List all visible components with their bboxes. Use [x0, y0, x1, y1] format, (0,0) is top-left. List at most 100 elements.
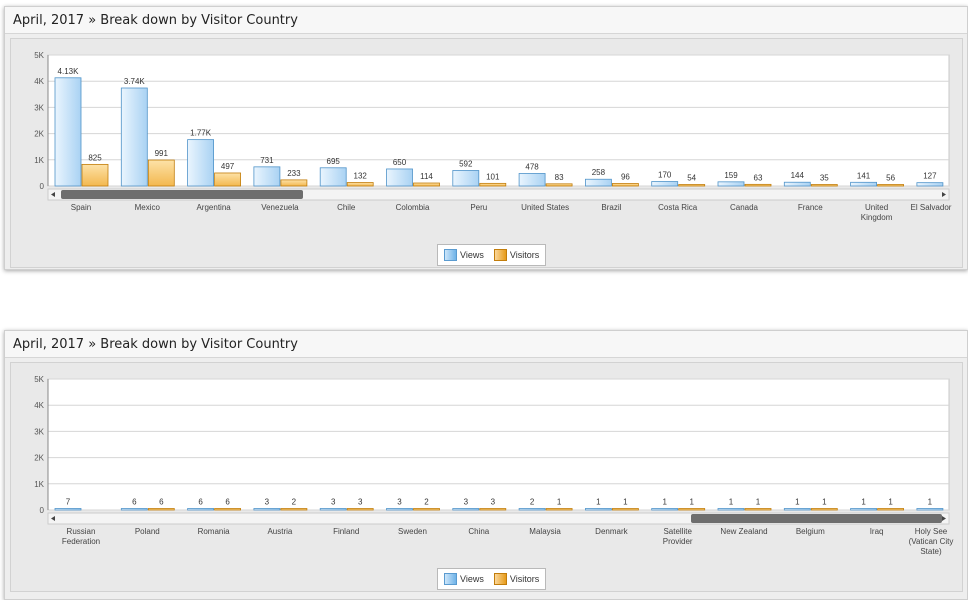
x-category-label: Venezuela [261, 203, 299, 212]
x-category-label-line: Venezuela [261, 203, 299, 212]
legend-item-visitors[interactable]: Visitors [493, 573, 539, 585]
y-tick-label: 3K [34, 427, 44, 436]
bar-views[interactable] [651, 181, 679, 187]
bar-visitors[interactable] [678, 508, 706, 511]
bar-views[interactable] [386, 508, 413, 511]
data-label-visitors: 2 [424, 498, 429, 507]
bar-views[interactable] [253, 166, 281, 187]
x-category-label-line: Holy See [915, 527, 948, 536]
x-category-label: Malaysia [529, 527, 561, 536]
country-chart-panel-top: April, 2017 » Break down by Visitor Coun… [4, 6, 968, 270]
bar-views[interactable] [452, 508, 480, 511]
scrollbar-thumb[interactable] [691, 514, 942, 523]
bar-views[interactable] [54, 508, 82, 511]
bar-views[interactable] [916, 182, 944, 187]
x-category-label: Costa Rica [658, 203, 698, 212]
bar-views[interactable] [187, 508, 215, 511]
x-category-label-line: Federation [62, 537, 100, 546]
bar-views[interactable] [386, 168, 413, 187]
bar-visitors[interactable] [81, 163, 109, 187]
bar-visitors[interactable] [479, 182, 507, 187]
data-label-views: 1 [928, 498, 933, 507]
bar-visitors[interactable] [810, 184, 838, 187]
x-category-label: Holy See (Vatican City State) [909, 527, 954, 556]
data-label-views: 3.74K [124, 77, 146, 86]
scrollbar-thumb[interactable] [61, 190, 303, 199]
bar-chart-top: 0 1K 2K 3K 4K 5K 4.13K 825 Spain 3.74K 991 Mexico 1.… [34, 51, 952, 222]
bar-views[interactable] [54, 77, 82, 187]
bar-views[interactable] [717, 181, 745, 187]
legend-item-visitors[interactable]: Visitors [493, 249, 539, 261]
bar-visitors[interactable] [147, 508, 175, 511]
x-category-label-line: Colombia [396, 203, 430, 212]
data-label-visitors: 2 [292, 498, 297, 507]
bar-visitors[interactable] [612, 183, 639, 187]
bar-views[interactable] [452, 170, 480, 187]
bar-visitors[interactable] [810, 508, 838, 511]
bar-views[interactable] [651, 508, 679, 511]
x-category-label: Canada [730, 203, 759, 212]
bar-visitors[interactable] [280, 508, 308, 511]
bar-views[interactable] [585, 508, 612, 511]
data-label-views: 592 [459, 159, 473, 168]
legend-item-views[interactable]: Views [444, 573, 484, 585]
x-category-label-line: Belgium [796, 527, 825, 536]
bar-chart-icon [444, 573, 457, 585]
y-tick-label: 3K [34, 103, 44, 112]
bar-views[interactable] [585, 178, 612, 187]
data-label-visitors: 114 [420, 172, 433, 181]
x-category-label-line: Denmark [595, 527, 628, 536]
bar-visitors[interactable] [744, 183, 772, 187]
bar-views[interactable] [187, 139, 215, 187]
bar-visitors[interactable] [479, 508, 507, 511]
bar-views[interactable] [717, 508, 745, 511]
data-label-views: 258 [592, 168, 606, 177]
bar-views[interactable] [120, 87, 148, 187]
bar-visitors[interactable] [280, 179, 308, 187]
legend-item-views[interactable]: Views [444, 249, 484, 261]
bar-views[interactable] [120, 508, 148, 511]
bar-visitors[interactable] [877, 184, 904, 187]
bar-views[interactable] [850, 508, 877, 511]
legend-label-views: Views [460, 250, 484, 260]
data-label-visitors: 101 [486, 172, 500, 181]
bar-visitors[interactable] [678, 184, 706, 187]
bar-visitors[interactable] [612, 508, 639, 511]
bar-visitors[interactable] [346, 508, 374, 511]
bar-views[interactable] [253, 508, 281, 511]
x-category-label-line: Mexico [135, 203, 161, 212]
data-label-visitors: 3 [491, 498, 496, 507]
x-category-label-line: Russian [67, 527, 96, 536]
bar-visitors[interactable] [147, 159, 175, 187]
bar-views[interactable] [319, 167, 347, 187]
bar-visitors[interactable] [545, 183, 573, 187]
bar-views[interactable] [783, 181, 811, 187]
y-tick-label: 1K [34, 156, 44, 165]
bar-views[interactable] [518, 508, 546, 511]
bar-views[interactable] [319, 508, 347, 511]
data-label-visitors: 1 [888, 498, 893, 507]
data-label-visitors: 3 [358, 498, 363, 507]
bar-visitors[interactable] [744, 508, 772, 511]
bar-visitors[interactable] [545, 508, 573, 511]
data-label-visitors: 991 [155, 149, 169, 158]
bar-views[interactable] [783, 508, 811, 511]
bar-views[interactable] [850, 181, 877, 187]
x-category-label: Sweden [398, 527, 427, 536]
bar-visitors[interactable] [877, 508, 904, 511]
bar-views[interactable] [518, 173, 546, 187]
x-category-label-line: El Salvador [911, 203, 952, 212]
x-category-label-line: Malaysia [529, 527, 561, 536]
x-category-label-line: France [798, 203, 823, 212]
bar-visitors[interactable] [214, 172, 242, 187]
bar-visitors[interactable] [413, 508, 440, 511]
bar-views[interactable] [916, 508, 944, 511]
data-label-views: 141 [857, 171, 871, 180]
bar-visitors[interactable] [413, 182, 440, 187]
bar-visitors[interactable] [214, 508, 242, 511]
data-label-visitors: 96 [621, 172, 630, 181]
bar-chart-bottom: 0 1K 2K 3K 4K 5K 7 Russian Federation 6 6 Poland 6 6 R… [34, 375, 954, 556]
x-category-label: United Kingdom [861, 203, 893, 222]
bar-visitors[interactable] [346, 182, 374, 187]
data-label-views: 3 [397, 498, 402, 507]
